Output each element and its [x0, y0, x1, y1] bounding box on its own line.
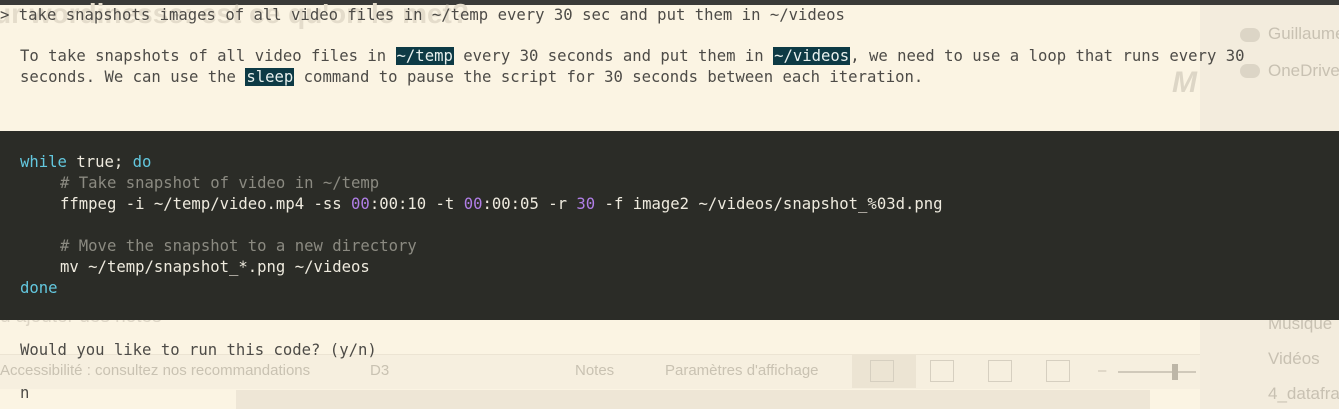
explanation-text: command to pause the script for 30 secon… — [294, 68, 924, 86]
terminal-output: > take snapshots images of all video fil… — [0, 0, 1339, 409]
explanation-line-2: seconds. We can use the sleep command to… — [20, 67, 923, 88]
inline-code-videos: ~/videos — [773, 47, 851, 65]
user-answer-input[interactable]: n — [20, 383, 29, 404]
keyword-do: do — [132, 153, 152, 171]
code-line-ffmpeg: ffmpeg -i ~/temp/video.mp4 -ss 00:00:10 … — [60, 194, 943, 215]
code-line-1: while true; do — [20, 152, 151, 173]
prompt-text: take snapshots images of all video files… — [18, 6, 845, 24]
code-text: true; — [66, 153, 133, 171]
inline-code-temp: ~/temp — [395, 47, 454, 65]
explanation-text: , we need to use a loop that runs every … — [850, 47, 1245, 65]
code-text: :00:05 -r — [482, 195, 577, 213]
code-text: -f image2 ~/videos/snapshot_%03d.png — [595, 195, 943, 213]
code-line-mv: mv ~/temp/snapshot_*.png ~/videos — [60, 258, 370, 276]
run-code-question: Would you like to run this code? (y/n) — [20, 341, 377, 359]
explanation-text: To take snapshots of all video files in — [20, 47, 396, 65]
code-block: while true; do # Take snapshot of video … — [0, 131, 1339, 320]
code-comment-1: # Take snapshot of video in ~/temp — [60, 174, 380, 192]
code-comment-2: # Move the snapshot to a new directory — [60, 237, 417, 255]
keyword-done: done — [20, 279, 58, 297]
explanation-text: seconds. We can use the — [20, 68, 246, 86]
inline-code-sleep: sleep — [245, 68, 295, 86]
explanation-line-1: To take snapshots of all video files in … — [20, 46, 1245, 67]
keyword-while: while — [20, 153, 67, 171]
code-number: 30 — [576, 195, 596, 213]
code-text: :00:10 -t — [369, 195, 464, 213]
prompt-symbol: > — [0, 6, 10, 24]
explanation-text: every 30 seconds and put them in — [453, 47, 774, 65]
code-number: 00 — [351, 195, 370, 213]
code-number: 00 — [463, 195, 483, 213]
code-text: ffmpeg -i ~/temp/video.mp4 -ss — [60, 195, 352, 213]
user-prompt: > take snapshots images of all video fil… — [0, 5, 845, 26]
